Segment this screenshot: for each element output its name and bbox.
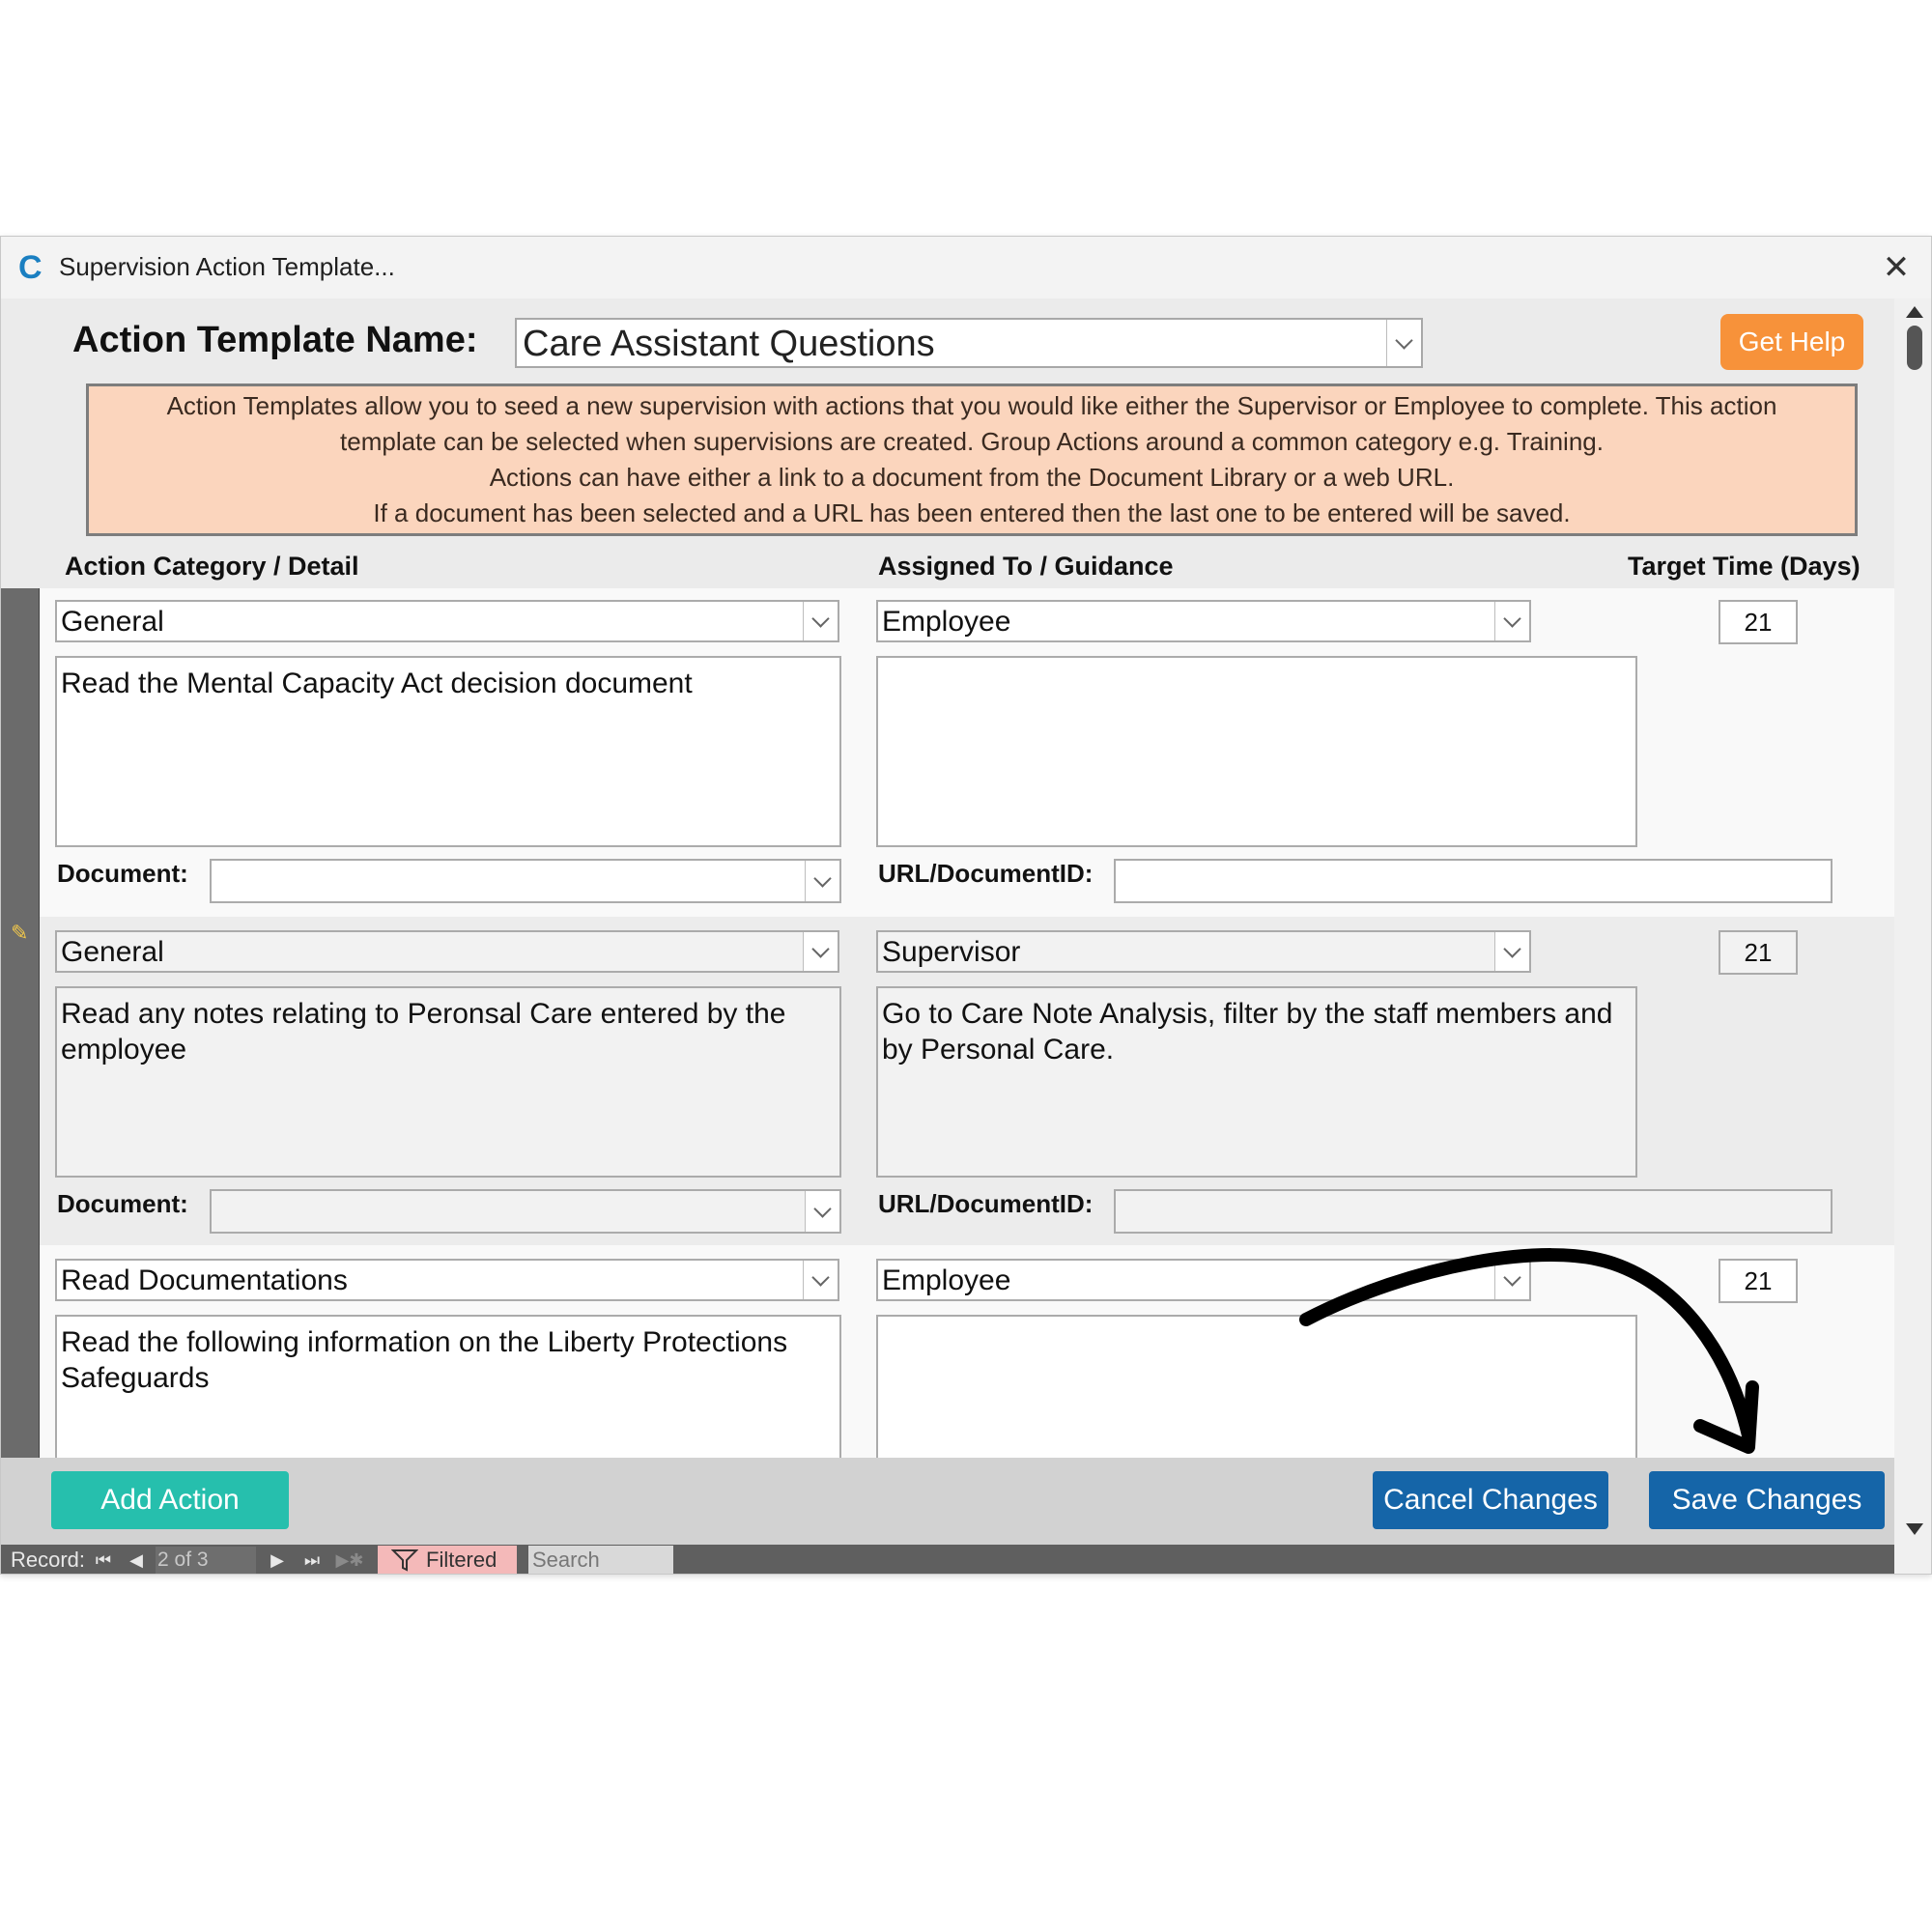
instructions-line: Action Templates allow you to seed a new… <box>166 391 1777 420</box>
column-header-assigned: Assigned To / Guidance <box>878 552 1174 581</box>
next-record-button[interactable]: ▶ <box>266 1547 289 1574</box>
assigned-dropdown-button[interactable] <box>1494 602 1529 640</box>
url-label: URL/DocumentID: <box>878 1189 1094 1218</box>
previous-record-button[interactable]: ◀ <box>125 1547 148 1574</box>
instructions-line: template can be selected when supervisio… <box>340 427 1604 456</box>
assigned-to-combobox[interactable]: Employee <box>876 600 1531 642</box>
chevron-down-icon <box>811 939 830 958</box>
record-selector[interactable] <box>1 588 40 917</box>
target-days-input[interactable]: 21 <box>1719 930 1798 975</box>
title-bar: C Supervision Action Template... ✕ <box>1 237 1931 298</box>
vertical-scrollbar[interactable] <box>1896 298 1931 1545</box>
first-record-icon: ⏮ <box>95 1550 112 1570</box>
form-header: Action Template Name: Care Assistant Que… <box>1 298 1894 588</box>
filter-label: Filtered <box>426 1548 497 1572</box>
url-input[interactable] <box>1114 859 1833 903</box>
last-record-icon: ⏭ <box>303 1550 321 1570</box>
edit-pencil-icon: ✎ <box>11 921 29 945</box>
last-record-button[interactable]: ⏭ <box>300 1547 324 1574</box>
get-help-button[interactable]: Get Help <box>1720 314 1863 370</box>
url-input[interactable] <box>1114 1189 1833 1234</box>
previous-record-icon: ◀ <box>129 1550 143 1570</box>
next-record-icon: ▶ <box>270 1550 284 1570</box>
template-name-dropdown-button[interactable] <box>1386 320 1421 366</box>
record-position-input[interactable]: 2 of 3 <box>156 1547 256 1574</box>
category-dropdown-button[interactable] <box>803 1261 838 1299</box>
template-name-combobox[interactable]: Care Assistant Questions <box>515 318 1423 368</box>
document-label: Document: <box>57 859 188 888</box>
filter-funnel-icon <box>391 1549 418 1572</box>
chevron-down-icon <box>813 868 832 888</box>
annotation-arrow-icon <box>1299 1248 1759 1454</box>
column-header-category: Action Category / Detail <box>65 552 359 581</box>
guidance-textarea[interactable]: Go to Care Note Analysis, filter by the … <box>876 986 1637 1178</box>
action-category-combobox[interactable]: General <box>55 930 839 973</box>
new-record-button[interactable]: ▶✱ <box>331 1547 368 1574</box>
action-category-combobox[interactable]: General <box>55 600 839 642</box>
assigned-to-value: Employee <box>882 606 1011 638</box>
add-action-button[interactable]: Add Action <box>51 1471 289 1529</box>
assigned-to-combobox[interactable]: Supervisor <box>876 930 1531 973</box>
document-dropdown-button[interactable] <box>805 861 839 901</box>
chevron-down-icon <box>811 1267 830 1287</box>
instructions-box: Action Templates allow you to seed a new… <box>86 384 1858 536</box>
filter-toggle-button[interactable]: Filtered <box>378 1546 517 1574</box>
document-dropdown-button[interactable] <box>805 1191 839 1232</box>
document-label: Document: <box>57 1189 188 1218</box>
app-logo-icon: C <box>18 249 43 286</box>
record-selector[interactable] <box>1 1245 40 1458</box>
assigned-dropdown-button[interactable] <box>1494 932 1529 971</box>
chevron-down-icon <box>811 609 830 628</box>
action-category-combobox[interactable]: Read Documentations <box>55 1259 839 1301</box>
template-name-label: Action Template Name: <box>72 320 478 360</box>
action-category-value: General <box>61 936 164 968</box>
action-category-value: Read Documentations <box>61 1264 348 1296</box>
column-header-target: Target Time (Days) <box>1628 552 1861 581</box>
chevron-down-icon <box>813 1199 832 1218</box>
action-detail-textarea[interactable]: Read any notes relating to Peronsal Care… <box>55 986 841 1178</box>
assigned-to-value: Supervisor <box>882 936 1021 968</box>
target-days-input[interactable]: 21 <box>1719 600 1798 644</box>
search-input[interactable]: Search <box>528 1546 673 1574</box>
template-name-value: Care Assistant Questions <box>523 324 935 364</box>
category-dropdown-button[interactable] <box>803 602 838 640</box>
record-navigation-bar: Record: ⏮ ◀ 2 of 3 ▶ ⏭ ▶✱ Filtered Searc… <box>1 1545 1894 1574</box>
scroll-down-arrow-icon[interactable] <box>1906 1523 1923 1535</box>
action-category-value: General <box>61 606 164 638</box>
scroll-up-arrow-icon[interactable] <box>1906 306 1923 318</box>
assigned-to-value: Employee <box>882 1264 1011 1296</box>
record-label: Record: <box>11 1548 86 1572</box>
action-detail-textarea[interactable]: Read the Mental Capacity Act decision do… <box>55 656 841 847</box>
instructions-line: If a document has been selected and a UR… <box>373 498 1571 527</box>
url-label: URL/DocumentID: <box>878 859 1094 888</box>
window-title: Supervision Action Template... <box>59 252 395 281</box>
document-combobox[interactable] <box>210 859 841 903</box>
chevron-down-icon <box>1395 330 1413 350</box>
record-selector[interactable]: ✎ <box>1 917 40 1245</box>
close-button[interactable]: ✕ <box>1871 242 1921 293</box>
close-icon: ✕ <box>1882 249 1911 286</box>
action-record: General Employee 21 Read the Mental Capa… <box>1 588 1894 917</box>
action-record-current: ✎ General Supervisor 21 Read any notes r… <box>1 917 1894 1245</box>
first-record-button[interactable]: ⏮ <box>92 1547 115 1574</box>
chevron-down-icon <box>1503 939 1521 958</box>
guidance-textarea[interactable] <box>876 656 1637 847</box>
document-combobox[interactable] <box>210 1189 841 1234</box>
action-detail-textarea[interactable]: Read the following information on the Li… <box>55 1315 841 1458</box>
chevron-down-icon <box>1503 609 1521 628</box>
scroll-thumb[interactable] <box>1907 326 1922 370</box>
instructions-line: Actions can have either a link to a docu… <box>489 463 1455 492</box>
category-dropdown-button[interactable] <box>803 932 838 971</box>
new-record-icon: ▶✱ <box>335 1550 364 1570</box>
